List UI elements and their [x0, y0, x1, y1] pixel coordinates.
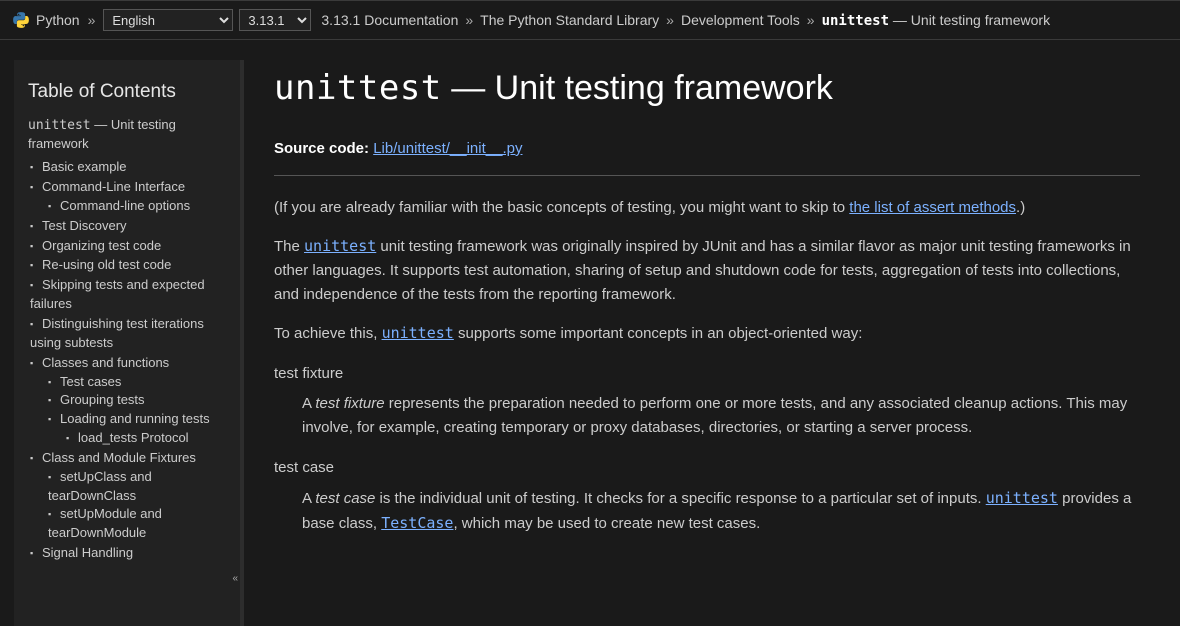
- dd1-a: A: [302, 395, 315, 412]
- dd2-em: test case: [315, 490, 375, 507]
- python-logo-icon: [12, 11, 30, 29]
- separator-icon: »: [86, 12, 98, 28]
- toc-item-test-discovery[interactable]: Test Discovery: [42, 218, 127, 233]
- p3-b: supports some important concepts in an o…: [454, 325, 863, 342]
- toc-item-signal-handling[interactable]: Signal Handling: [42, 545, 133, 560]
- toc-item-cli-options[interactable]: Command-line options: [60, 198, 190, 213]
- toc-item-classes-functions[interactable]: Classes and functions: [42, 355, 169, 370]
- dd1-em: test fixture: [315, 395, 384, 412]
- main-content: unittest — Unit testing framework Source…: [244, 40, 1180, 626]
- toc-item-loading-running[interactable]: Loading and running tests: [60, 411, 210, 426]
- toc-item-basic-example[interactable]: Basic example: [42, 159, 127, 174]
- intro-description-paragraph: The unittest unit testing framework was …: [274, 234, 1140, 307]
- toc-item-setupclass[interactable]: setUpClass and tearDownClass: [48, 469, 152, 503]
- top-nav-bar: Python » English 3.13.1 3.13.1 Documenta…: [0, 0, 1180, 40]
- crumb-documentation[interactable]: 3.13.1 Documentation: [321, 12, 458, 28]
- separator-icon: »: [463, 12, 475, 28]
- toc-item-test-cases[interactable]: Test cases: [60, 374, 121, 389]
- concepts-lead-paragraph: To achieve this, unittest supports some …: [274, 321, 1140, 346]
- crumb-tail: — Unit testing framework: [889, 12, 1050, 28]
- toc-root-link[interactable]: unittest — Unit testing framework: [28, 116, 226, 155]
- title-separator: —: [442, 69, 495, 107]
- dd1-b: represents the preparation needed to per…: [302, 395, 1127, 436]
- dd2-d: , which may be used to create new test c…: [453, 515, 760, 532]
- dd2-b: is the individual unit of testing. It ch…: [375, 490, 985, 507]
- breadcrumb: 3.13.1 Documentation » The Python Standa…: [321, 12, 1050, 29]
- def-term-test-case: test case: [274, 456, 1140, 480]
- def-desc-test-case: A test case is the individual unit of te…: [302, 486, 1140, 536]
- crumb-module-name: unittest: [822, 13, 889, 29]
- toc-item-subtests[interactable]: Distinguishing test iterations using sub…: [30, 316, 204, 350]
- toc-item-organizing[interactable]: Organizing test code: [42, 238, 161, 253]
- brand-link[interactable]: Python: [36, 12, 80, 28]
- language-select[interactable]: English: [103, 9, 233, 31]
- sidebar-collapse-icon[interactable]: «: [230, 570, 240, 589]
- section-divider: [274, 175, 1140, 176]
- crumb-stdlib[interactable]: The Python Standard Library: [480, 12, 659, 28]
- intro-skip-paragraph: (If you are already familiar with the ba…: [274, 196, 1140, 220]
- separator-icon: »: [805, 12, 817, 28]
- unittest-inline-link-2[interactable]: unittest: [382, 324, 454, 342]
- page-title: unittest — Unit testing framework: [274, 68, 1140, 109]
- toc-item-setupmodule[interactable]: setUpModule and tearDownModule: [48, 506, 162, 540]
- assert-methods-link[interactable]: the list of assert methods: [849, 199, 1016, 216]
- toc-root-module: unittest: [28, 118, 91, 133]
- source-code-line: Source code: Lib/unittest/__init__.py: [274, 137, 1140, 161]
- definition-list: test fixture A test fixture represents t…: [274, 362, 1140, 536]
- table-of-contents-sidebar: Table of Contents unittest — Unit testin…: [14, 60, 244, 626]
- def-term-test-fixture: test fixture: [274, 362, 1140, 386]
- toc-item-fixtures[interactable]: Class and Module Fixtures: [42, 450, 196, 465]
- title-module-name: unittest: [274, 68, 442, 108]
- crumb-devtools[interactable]: Development Tools: [681, 12, 800, 28]
- testcase-class-link[interactable]: TestCase: [381, 514, 453, 532]
- toc-heading: Table of Contents: [28, 78, 226, 106]
- p2-b: unit testing framework was originally in…: [274, 238, 1131, 303]
- toc-item-reusing[interactable]: Re-using old test code: [42, 257, 171, 272]
- toc-item-skipping[interactable]: Skipping tests and expected failures: [30, 277, 205, 311]
- source-label: Source code:: [274, 140, 369, 157]
- p1-text-pre: (If you are already familiar with the ba…: [274, 199, 849, 216]
- def-desc-test-fixture: A test fixture represents the preparatio…: [302, 392, 1140, 440]
- p1-text-post: .): [1016, 199, 1025, 216]
- toc-item-load-tests-protocol[interactable]: load_tests Protocol: [78, 430, 189, 445]
- title-rest: Unit testing framework: [495, 69, 833, 107]
- separator-icon: »: [664, 12, 676, 28]
- unittest-inline-link-3[interactable]: unittest: [986, 489, 1058, 507]
- toc-item-cli[interactable]: Command-Line Interface: [42, 179, 185, 194]
- dd2-a: A: [302, 490, 315, 507]
- p2-a: The: [274, 238, 304, 255]
- toc-item-grouping[interactable]: Grouping tests: [60, 392, 145, 407]
- crumb-current: unittest — Unit testing framework: [822, 12, 1051, 29]
- p3-a: To achieve this,: [274, 325, 382, 342]
- source-link[interactable]: Lib/unittest/__init__.py: [373, 140, 522, 157]
- unittest-inline-link[interactable]: unittest: [304, 237, 376, 255]
- version-select[interactable]: 3.13.1: [239, 9, 311, 31]
